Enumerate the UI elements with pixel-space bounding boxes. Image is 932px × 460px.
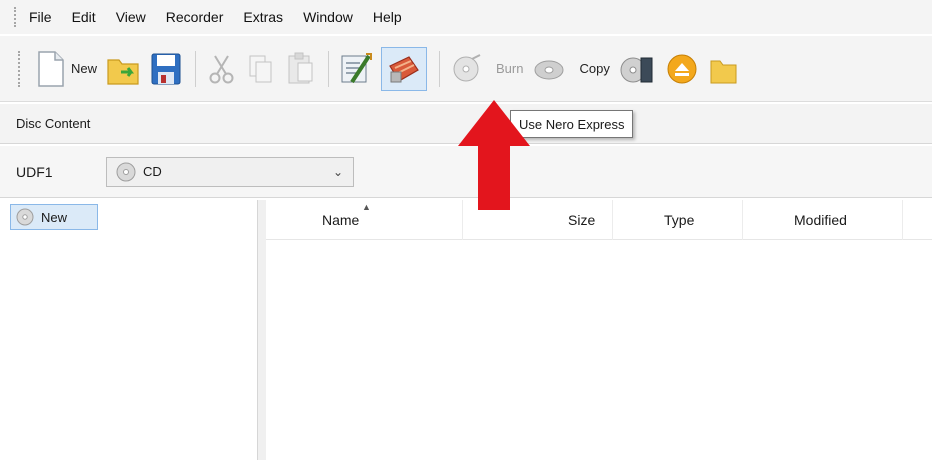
toolbar-separator: [195, 50, 197, 87]
media-type-value: CD: [143, 164, 162, 179]
column-modified[interactable]: Modified: [794, 212, 847, 228]
menu-extras[interactable]: Extras: [243, 9, 283, 25]
compilation-button[interactable]: [339, 47, 373, 91]
disc-icon: [16, 208, 34, 226]
toolbar-grip: [18, 50, 21, 87]
menu-recorder[interactable]: Recorder: [166, 9, 224, 25]
drive-button[interactable]: [618, 47, 656, 91]
menu-file[interactable]: File: [29, 9, 52, 25]
menu-bar: File Edit View Recorder Extras Window He…: [0, 0, 932, 34]
column-headers: ▲ Name Size Type Modified: [266, 200, 932, 240]
copy-disc-button[interactable]: Copy: [575, 47, 609, 91]
folder-button[interactable]: [708, 47, 738, 91]
new-button[interactable]: New: [33, 47, 97, 91]
column-name[interactable]: Name: [322, 212, 359, 228]
tree-item-label: New: [41, 209, 68, 225]
new-document-icon: [38, 50, 64, 87]
file-list[interactable]: ▲ Name Size Type Modified: [266, 200, 932, 460]
chevron-down-icon: ⌄: [332, 164, 343, 179]
paste-button[interactable]: [284, 47, 316, 91]
menu-edit[interactable]: Edit: [72, 9, 96, 25]
copy-pages-icon: [249, 55, 272, 82]
menu-help[interactable]: Help: [373, 9, 402, 25]
disc-recorder-icon: [453, 53, 481, 81]
folder-icon: [710, 60, 737, 83]
pane-splitter[interactable]: [258, 200, 266, 460]
burn-button-label: Burn: [496, 61, 524, 76]
column-size[interactable]: Size: [568, 212, 595, 228]
recorder-button[interactable]: [450, 47, 484, 91]
tooltip-text: Use Nero Express: [519, 116, 625, 132]
toolbar: New Burn Copy: [0, 36, 932, 102]
burn-disc-icon: [534, 60, 564, 79]
format-label: UDF1: [16, 163, 53, 180]
cd-icon: [116, 162, 136, 181]
toolbar-separator: [439, 50, 441, 87]
column-type[interactable]: Type: [664, 212, 694, 228]
disc-content-title: Disc Content: [16, 116, 91, 131]
media-type-dropdown[interactable]: CD ⌄: [106, 156, 354, 187]
compilation-tree[interactable]: New: [6, 200, 258, 460]
clipboard-icon: [288, 52, 313, 83]
column-separator[interactable]: [612, 200, 613, 240]
drive-disc-icon: [620, 57, 653, 82]
new-button-label: New: [71, 61, 98, 76]
open-folder-icon: [107, 58, 139, 85]
save-button[interactable]: [149, 47, 183, 91]
menu-view[interactable]: View: [116, 9, 146, 25]
column-separator[interactable]: [742, 200, 743, 240]
menu-grip: [14, 7, 17, 27]
eject-button[interactable]: [664, 47, 700, 91]
menu-window[interactable]: Window: [303, 9, 353, 25]
arrow-up-icon: [458, 100, 530, 210]
copy-button-label: Copy: [579, 61, 610, 76]
nero-express-icon: [389, 55, 419, 82]
nero-express-button[interactable]: [381, 46, 428, 91]
sort-up-icon: ▲: [362, 202, 371, 212]
cut-button[interactable]: [206, 47, 238, 91]
burn-button[interactable]: Burn: [492, 47, 523, 91]
open-button[interactable]: [105, 47, 141, 91]
wand-disc-icon: [341, 52, 373, 83]
burn-disc-button[interactable]: [531, 47, 567, 91]
eject-icon: [667, 54, 697, 83]
save-disk-icon: [151, 53, 181, 84]
copy-button[interactable]: [246, 47, 276, 91]
column-separator[interactable]: [902, 200, 903, 240]
tree-item-new[interactable]: New: [10, 204, 98, 230]
scissors-icon: [209, 54, 234, 83]
toolbar-separator: [328, 50, 330, 87]
red-arrow-annotation: [454, 96, 534, 214]
